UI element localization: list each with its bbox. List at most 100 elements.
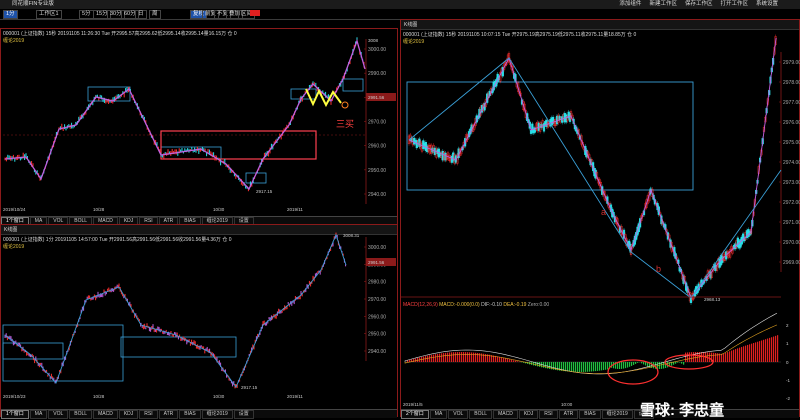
period-1[interactable]: 5分	[79, 10, 94, 19]
indicator-tab-8[interactable]: BIAS	[579, 410, 600, 419]
min-price-label: 2917.15	[256, 189, 273, 194]
indicator-tab-7[interactable]: ATR	[159, 410, 179, 419]
min-price-label: 2917.15	[241, 385, 258, 390]
macd-bar	[773, 337, 774, 362]
indicator-tab-3[interactable]: BOLL	[69, 410, 92, 419]
candle	[145, 327, 146, 329]
kline-chart-bl[interactable]: 3000.002990.002980.002970.002960.002950.…	[1, 225, 399, 418]
app-title: 同花顺FIN专业版	[10, 0, 56, 9]
macd-bar	[501, 357, 502, 362]
window-control-4[interactable]: 系统设置	[754, 0, 780, 9]
macd-bar	[685, 353, 686, 362]
macd-bar	[429, 355, 430, 362]
macd-bar	[433, 355, 434, 362]
color-swatch[interactable]	[250, 10, 260, 16]
macd-bar	[741, 347, 742, 362]
axis-label: 2977.00	[783, 100, 800, 106]
pivot-box	[343, 79, 363, 91]
period-0[interactable]: 1分	[3, 10, 18, 19]
axis-label: 2978.00	[783, 80, 800, 86]
label-a: a	[601, 207, 606, 217]
macd-bar	[629, 362, 630, 367]
indicator-tab-3[interactable]: BOLL	[469, 410, 492, 419]
candle	[117, 285, 118, 288]
window-control-3[interactable]: 打开工作区	[718, 0, 750, 9]
indicator-tab-10[interactable]: 设置	[234, 410, 254, 419]
macd-bar	[603, 362, 604, 370]
date-label: 2019/11/5	[403, 402, 423, 407]
macd-bar	[451, 352, 452, 362]
macd-bar	[515, 361, 516, 362]
macd-bar	[499, 357, 500, 362]
kline-chart-tl[interactable]: 3000.002990.002980.002970.002960.002950.…	[1, 29, 399, 225]
pivot-box	[291, 89, 316, 99]
period-5[interactable]: 日	[135, 10, 147, 19]
macd-bar	[471, 352, 472, 362]
macd-bar	[715, 353, 716, 362]
macd-bar	[407, 360, 408, 362]
candle	[47, 375, 48, 377]
indicator-tab-8[interactable]: BIAS	[179, 410, 200, 419]
period-6[interactable]: 周	[149, 10, 161, 19]
macd-bar	[645, 362, 646, 365]
macd-bar	[579, 362, 580, 372]
indicator-tab-6[interactable]: RSI	[539, 410, 557, 419]
indicator-tab-2[interactable]: VOL	[448, 410, 468, 419]
window-control-1[interactable]: 新建工作区	[647, 0, 679, 9]
macd-bar	[729, 351, 730, 362]
candle	[63, 128, 64, 131]
macd-bar	[511, 360, 512, 362]
macd-bar	[677, 362, 678, 363]
macd-bar	[459, 352, 460, 362]
indicator-tab-0[interactable]: 2个窗口	[401, 410, 429, 419]
macd-bar	[733, 350, 734, 362]
macd-bar	[593, 362, 594, 371]
macd-bar	[709, 352, 710, 362]
macd-bar	[605, 362, 606, 370]
indicator-tab-4[interactable]: MACD	[493, 410, 518, 419]
indicator-tab-5[interactable]: KDJ	[519, 410, 538, 419]
indicator-tab-2[interactable]: VOL	[48, 410, 68, 419]
macd-bar	[737, 348, 738, 362]
price-axis: 3000.002990.002980.002970.002960.002950.…	[364, 47, 386, 198]
macd-bar	[539, 362, 540, 367]
axis-label: 2976.00	[783, 120, 800, 126]
macd-bar	[745, 346, 746, 362]
macd-bar	[447, 353, 448, 362]
chart-panel-right: K线图 000001 (上证指数) 15秒 20191105 10:07:15 …	[400, 19, 800, 417]
workspace-tab[interactable]: 工作区1	[36, 10, 62, 19]
axis-label: 2980.00	[368, 280, 386, 286]
window-control-2[interactable]: 保存工作区	[683, 0, 715, 9]
indicator-tab-0[interactable]: 1个窗口	[1, 410, 29, 419]
indicator-tab-9[interactable]: 缠论2019	[602, 410, 633, 419]
candle	[19, 343, 20, 346]
indicator-tab-6[interactable]: RSI	[139, 410, 157, 419]
macd-bar	[597, 362, 598, 371]
candle	[288, 302, 289, 304]
chart-panel-bottom-left: K线图 000001 (上证指数) 1分 20191105 14:57:00 T…	[0, 224, 398, 417]
macd-bar	[455, 352, 456, 362]
macd-axis-label: 2	[786, 323, 789, 328]
candle	[201, 345, 202, 347]
indicator-tab-5[interactable]: KDJ	[119, 410, 138, 419]
indicator-tab-7[interactable]: ATR	[559, 410, 579, 419]
macd-axis-label: -1	[786, 378, 790, 383]
macd-bar	[749, 344, 750, 362]
macd-bar	[731, 351, 732, 362]
chart-panel-top-left: 000001 (上证指数) 15秒 20191105 11:26:30 Tue …	[0, 28, 398, 224]
macd-axis-label: -2	[786, 396, 790, 401]
indicator-tab-9[interactable]: 缠论2019	[202, 410, 233, 419]
indicator-tab-4[interactable]: MACD	[93, 410, 118, 419]
indicator-tab-1[interactable]: MA	[430, 410, 448, 419]
axis-label: 2950.00	[368, 332, 386, 338]
macd-bar	[739, 348, 740, 362]
date-label: 2019/11	[287, 394, 303, 399]
macd-bar	[577, 362, 578, 372]
macd-bar	[589, 362, 590, 372]
indicator-tab-1[interactable]: MA	[30, 410, 48, 419]
candle	[113, 290, 114, 292]
macd-bar	[503, 358, 504, 362]
macd-bar	[727, 352, 728, 362]
window-control-0[interactable]: 添加组件	[617, 0, 643, 9]
kline-chart-right[interactable]: 2979.002978.002977.002976.002975.002974.…	[401, 20, 800, 418]
